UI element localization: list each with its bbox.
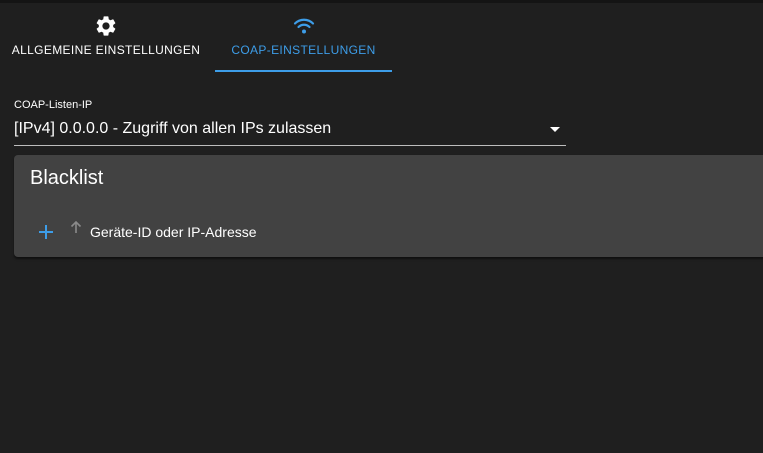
coap-listen-ip-label: COAP-Listen-IP [14,99,93,111]
add-blacklist-entry-button[interactable] [34,222,58,246]
tab-general-settings[interactable]: ALLGEMEINE EINSTELLUNGEN [0,3,212,72]
plus-icon [37,223,55,246]
coap-listen-ip-value: [IPv4] 0.0.0.0 - Zugriff von allen IPs z… [14,120,332,137]
field-underline [14,145,566,146]
tab-coap-label: COAP-EINSTELLUNGEN [231,43,376,57]
coap-listen-ip-select[interactable]: COAP-Listen-IP [IPv4] 0.0.0.0 - Zugriff … [14,96,566,146]
dropdown-arrow-icon [550,127,560,132]
tab-general-label: ALLGEMEINE EINSTELLUNGEN [11,43,201,57]
arrow-up-icon[interactable] [69,220,83,234]
gear-icon [93,13,119,39]
blacklist-panel: Blacklist Geräte-ID oder IP-Adresse [14,155,763,257]
active-tab-indicator [215,70,392,72]
tab-bar: ALLGEMEINE EINSTELLUNGEN COAP-EINSTELLUN… [0,3,763,72]
blacklist-title: Blacklist [30,167,104,189]
tab-coap-settings[interactable]: COAP-EINSTELLUNGEN [215,3,392,72]
wifi-icon [291,13,317,39]
column-header-device-id[interactable]: Geräte-ID oder IP-Adresse [90,224,257,240]
